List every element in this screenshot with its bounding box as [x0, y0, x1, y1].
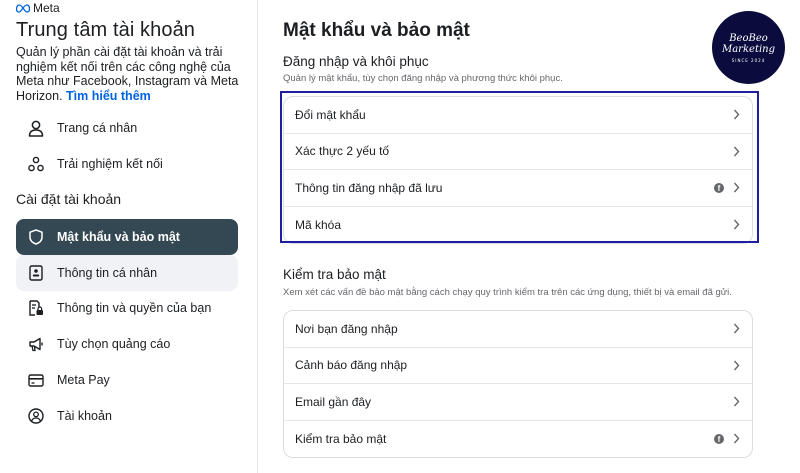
sidebar-item-profile[interactable]: Trang cá nhân — [16, 110, 238, 146]
chevron-right-icon — [732, 219, 740, 231]
passkey-row[interactable]: Mã khóa — [284, 207, 752, 244]
row-label: Email gần đây — [295, 394, 372, 409]
recent-emails-row[interactable]: Email gần đây — [284, 384, 752, 421]
accounts-center-description: Quản lý phần cài đặt tài khoản và trải n… — [16, 45, 248, 103]
security-checks-title: Kiểm tra bảo mật — [283, 267, 386, 282]
page-title: Mật khẩu và bảo mật — [283, 20, 470, 41]
row-label: Cảnh báo đăng nhập — [295, 358, 408, 373]
chevron-right-icon — [732, 145, 740, 157]
sidebar-item-label: Trải nghiệm kết nối — [57, 157, 163, 171]
watermark-logo: BeoBeo Marketing SINCE 2024 — [712, 11, 785, 84]
sidebar-item-label: Mật khẩu và bảo mật — [57, 230, 180, 244]
learn-more-link[interactable]: Tìm hiểu thêm — [66, 89, 151, 103]
where-logged-in-row[interactable]: Nơi bạn đăng nhập — [284, 311, 752, 348]
login-recovery-card: Đổi mật khẩu Xác thực 2 yếu tố Thông tin… — [283, 96, 753, 244]
login-recovery-title: Đăng nhập và khôi phục — [283, 54, 429, 69]
chevron-right-icon — [732, 182, 740, 194]
meta-infinity-icon — [16, 3, 30, 13]
row-label: Mã khóa — [295, 217, 342, 232]
chevron-right-icon — [732, 109, 740, 121]
chevron-right-icon — [732, 323, 740, 335]
credit-card-icon — [27, 371, 45, 389]
chevron-right-icon — [732, 359, 740, 371]
shield-icon — [27, 228, 45, 246]
row-label: Kiểm tra bảo mật — [295, 431, 387, 446]
id-card-icon — [27, 264, 45, 282]
security-checks-description: Xem xét các vấn đề bảo mật bằng cách chạ… — [283, 287, 732, 298]
accounts-center-title: Trung tâm tài khoản — [16, 19, 196, 41]
watermark-line1: BeoBeo — [729, 32, 768, 44]
chevron-right-icon — [732, 396, 740, 408]
sidebar: Meta Trung tâm tài khoản Quản lý phần cà… — [0, 0, 258, 473]
meta-logo-text: Meta — [33, 1, 60, 15]
security-checks-card: Nơi bạn đăng nhập Cảnh báo đăng nhập Ema… — [283, 310, 753, 458]
sidebar-item-label: Meta Pay — [57, 373, 110, 387]
row-label: Thông tin đăng nhập đã lưu — [295, 180, 443, 195]
sidebar-item-your-info-permissions[interactable]: Thông tin và quyền của bạn — [16, 290, 238, 326]
megaphone-icon — [27, 335, 45, 353]
saved-login-row[interactable]: Thông tin đăng nhập đã lưu f — [284, 170, 752, 207]
sidebar-item-label: Trang cá nhân — [57, 121, 138, 135]
sidebar-item-label: Tùy chọn quảng cáo — [57, 337, 171, 351]
sidebar-item-connected-experiences[interactable]: Trải nghiệm kết nối — [16, 146, 238, 182]
account-circle-icon — [27, 407, 45, 425]
security-checkup-row[interactable]: Kiểm tra bảo mật f — [284, 421, 752, 458]
login-alerts-row[interactable]: Cảnh báo đăng nhập — [284, 348, 752, 384]
connected-icon — [27, 155, 45, 173]
person-icon — [27, 119, 45, 137]
sidebar-item-ad-preferences[interactable]: Tùy chọn quảng cáo — [16, 326, 238, 362]
facebook-icon: f — [714, 433, 724, 444]
document-lock-icon — [27, 299, 45, 317]
sidebar-item-personal-info[interactable]: Thông tin cá nhân — [16, 255, 238, 291]
sidebar-item-password-security[interactable]: Mật khẩu và bảo mật — [16, 219, 238, 255]
two-factor-row[interactable]: Xác thực 2 yếu tố — [284, 134, 752, 170]
meta-logo[interactable]: Meta — [16, 1, 60, 15]
sidebar-item-meta-pay[interactable]: Meta Pay — [16, 362, 238, 398]
login-recovery-description: Quản lý mật khẩu, tùy chọn đăng nhập và … — [283, 73, 563, 84]
watermark-line3: SINCE 2024 — [731, 57, 766, 63]
sidebar-item-label: Thông tin cá nhân — [57, 266, 158, 280]
settings-section-label: Cài đặt tài khoản — [16, 191, 122, 207]
main-content: Mật khẩu và bảo mật Đăng nhập và khôi ph… — [259, 0, 800, 473]
sidebar-item-label: Tài khoản — [57, 409, 112, 423]
row-label: Xác thực 2 yếu tố — [295, 144, 390, 159]
facebook-icon: f — [714, 182, 724, 193]
sidebar-item-accounts[interactable]: Tài khoản — [16, 398, 238, 434]
chevron-right-icon — [732, 433, 740, 445]
watermark-line2: Marketing — [721, 43, 776, 55]
row-label: Nơi bạn đăng nhập — [295, 321, 398, 336]
change-password-row[interactable]: Đổi mật khẩu — [284, 97, 752, 134]
sidebar-item-label: Thông tin và quyền của bạn — [57, 301, 212, 315]
row-label: Đổi mật khẩu — [295, 107, 366, 122]
